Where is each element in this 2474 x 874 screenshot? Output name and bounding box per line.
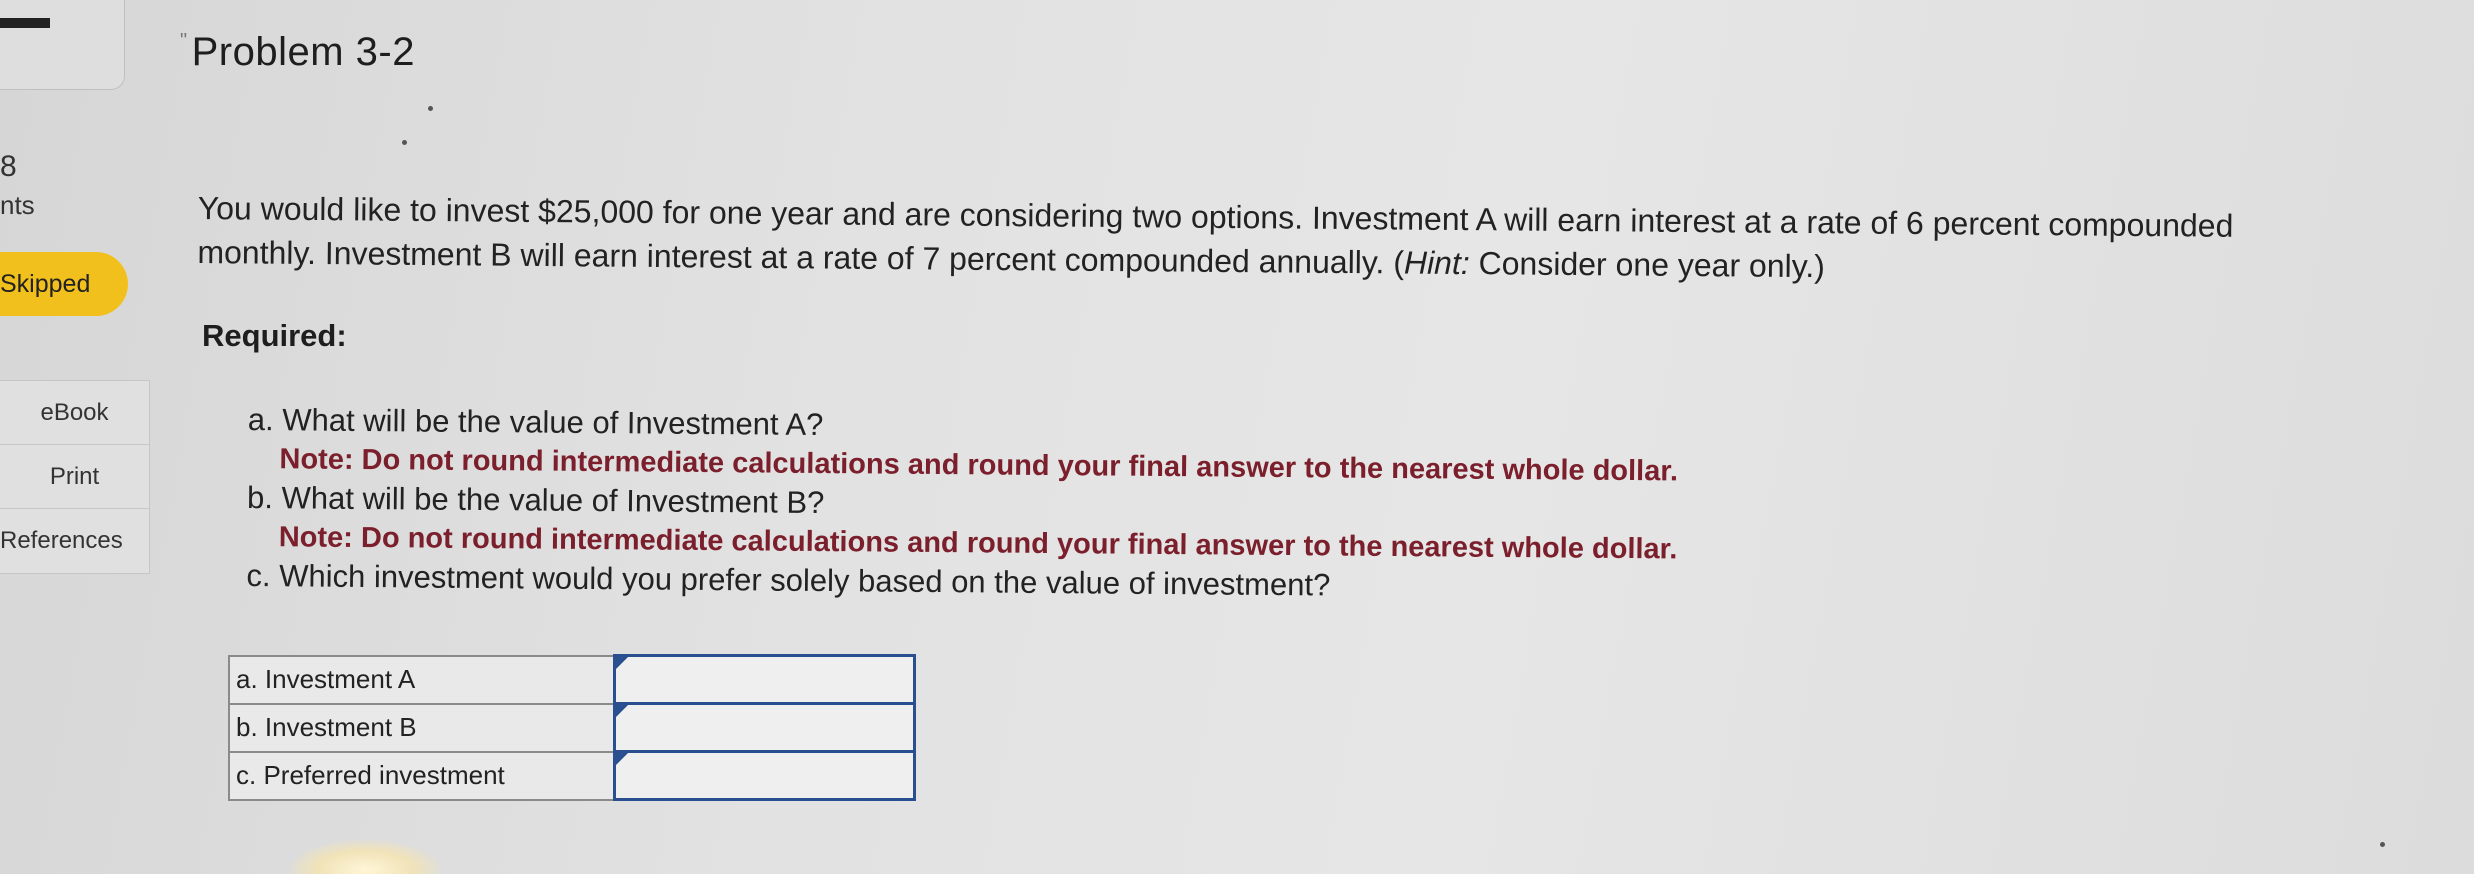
statement-text: You would like to invest $25,000 for one… [197,189,2234,281]
question-sidebar: 8 nts Skipped eBook Print References [0,0,160,874]
investment-b-input[interactable] [615,705,913,750]
screen-speck [2380,842,2385,847]
row-label-investment-a: a. Investment A [228,654,615,705]
references-link[interactable]: References [0,509,149,573]
back-arrow-icon [0,6,50,28]
question-list: a. What will be the value of Investment … [246,400,2148,613]
page: 8 nts Skipped eBook Print References " Pr… [0,0,2474,874]
row-label-investment-b: b. Investment B [228,702,615,753]
points-label: nts [0,190,35,220]
ebook-link-label: eBook [40,399,109,426]
investment-a-input[interactable] [615,657,913,702]
question-number: 8 [0,150,17,183]
screen-speck [402,140,407,145]
investment-a-cell[interactable] [612,654,916,705]
ebook-link[interactable]: eBook [0,381,149,445]
problem-statement: You would like to invest $25,000 for one… [197,186,2318,292]
table-row: c. Preferred investment [228,750,916,801]
print-link-label: Print [49,463,100,490]
answer-table: a. Investment A b. Investment B c. Prefe… [228,654,916,801]
required-heading: Required: [202,318,347,353]
hint-text: Consider one year only.) [1469,245,1826,285]
preferred-investment-cell[interactable] [612,750,916,801]
row-label-preferred-investment: c. Preferred investment [228,750,615,801]
problem-title-text: Problem 3-2 [191,30,415,74]
screen-speck [428,106,433,111]
preferred-investment-select[interactable] [615,753,913,798]
investment-b-cell[interactable] [612,702,916,753]
problem-title: " Problem 3-2 [180,30,415,75]
resource-links: eBook Print References [0,380,150,574]
table-row: b. Investment B [228,702,916,753]
previous-question-button[interactable] [0,0,125,90]
references-link-label: References [0,527,123,554]
print-link[interactable]: Print [0,445,149,509]
hint-label: Hint: [1403,244,1470,282]
table-row: a. Investment A [228,654,916,705]
flag-mark-icon: " [180,30,188,52]
skipped-badge: Skipped [0,252,128,316]
